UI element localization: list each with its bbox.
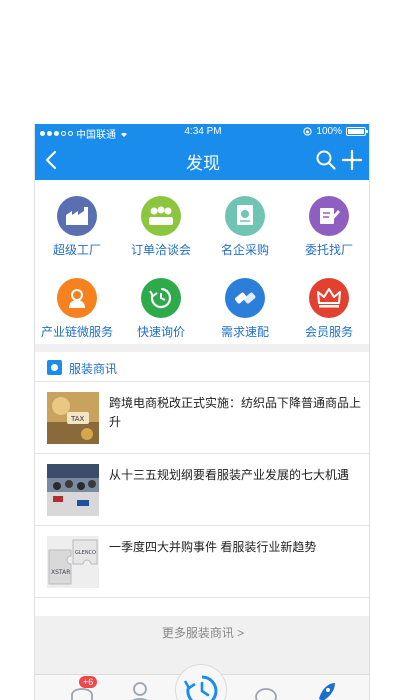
puzzle-logo-thumbnail: XSTAR GLENCO — [47, 536, 99, 588]
grid-item-entrust-factory[interactable]: 委托找厂 — [287, 196, 369, 258]
match-icon — [225, 278, 265, 318]
news-title: 跨境电商税改正式实施：纺织品下降普通商品上升 — [109, 396, 362, 429]
news-item[interactable]: 从十三五规划纲要看服装产业发展的七大机遇 — [35, 454, 369, 526]
phone-screen: 中国联通 4:34 PM 100% 发现 超级工厂 订单洽谈会 名企采购 委托找… — [34, 124, 370, 700]
tax-photo-thumbnail: TAX — [47, 392, 99, 444]
svg-text:XSTAR: XSTAR — [51, 569, 70, 576]
status-bar: 中国联通 4:34 PM 100% — [35, 124, 369, 141]
grid-item-member-service[interactable]: 会员服务 — [287, 278, 369, 340]
grid-item-famous-procurement[interactable]: 名企采购 — [203, 196, 287, 258]
service-icon — [57, 278, 97, 318]
messages-icon[interactable] — [253, 679, 279, 700]
grid-item-quick-inquiry[interactable]: 快速询价 — [119, 278, 203, 340]
entrust-icon — [309, 196, 349, 236]
grid-label: 超级工厂 — [52, 243, 101, 257]
news-section-header: 服装商讯 — [35, 352, 369, 382]
certificate-icon — [225, 196, 265, 236]
svg-text:TAX: TAX — [70, 415, 85, 423]
meeting-photo-thumbnail — [47, 464, 99, 516]
grid-item-industry-service[interactable]: 产业链微服务 — [35, 278, 119, 340]
news-section: 服装商讯 TAX 跨境电商税改正式实施：纺织品下降普通商品上升 从十三五规划纲要… — [35, 352, 369, 616]
rocket-icon[interactable] — [313, 679, 339, 700]
svg-text:GLENCO: GLENCO — [75, 550, 96, 556]
news-title: 一季度四大并购事件 看服装行业新趋势 — [109, 540, 317, 554]
quick-inquiry-icon — [141, 278, 181, 318]
crown-icon — [309, 278, 349, 318]
discover-center-icon — [183, 675, 218, 700]
grid-label: 会员服务 — [304, 325, 353, 339]
grid-label: 快速询价 — [136, 325, 185, 339]
plus-icon[interactable] — [341, 149, 363, 171]
grid-item-demand-match[interactable]: 需求速配 — [203, 278, 287, 340]
feature-grid: 超级工厂 订单洽谈会 名企采购 委托找厂 产业链微服务 快速询价 需求速配 会员… — [35, 180, 369, 344]
grid-label: 需求速配 — [220, 325, 269, 339]
more-news-link[interactable]: 更多服装商讯 > — [35, 616, 369, 650]
meeting-icon — [141, 196, 181, 236]
person-icon[interactable] — [127, 679, 153, 700]
news-item[interactable]: XSTAR GLENCO 一季度四大并购事件 看服装行业新趋势 — [35, 526, 369, 598]
notification-badge: +6 — [79, 676, 98, 688]
discover-center-button[interactable] — [175, 664, 227, 700]
search-icon[interactable] — [315, 149, 337, 171]
grid-label: 订单洽谈会 — [130, 243, 191, 257]
factory-icon — [57, 196, 97, 236]
grid-item-super-factory[interactable]: 超级工厂 — [35, 196, 119, 258]
news-header-icon — [47, 360, 62, 375]
news-section-title: 服装商讯 — [69, 362, 118, 376]
grid-item-order-meeting[interactable]: 订单洽谈会 — [119, 196, 203, 258]
battery-percent: 100% — [316, 126, 342, 137]
rotation-lock-icon — [303, 127, 313, 136]
grid-label: 名企采购 — [220, 243, 269, 257]
grid-label: 委托找厂 — [304, 243, 353, 257]
grid-label: 产业链微服务 — [40, 325, 113, 339]
news-title: 从十三五规划纲要看服装产业发展的七大机遇 — [109, 468, 350, 482]
news-item[interactable]: TAX 跨境电商税改正式实施：纺织品下降普通商品上升 — [35, 382, 369, 454]
battery-icon — [346, 127, 368, 136]
navigation-bar: 发现 — [35, 140, 369, 180]
battery-group: 100% — [303, 126, 368, 137]
